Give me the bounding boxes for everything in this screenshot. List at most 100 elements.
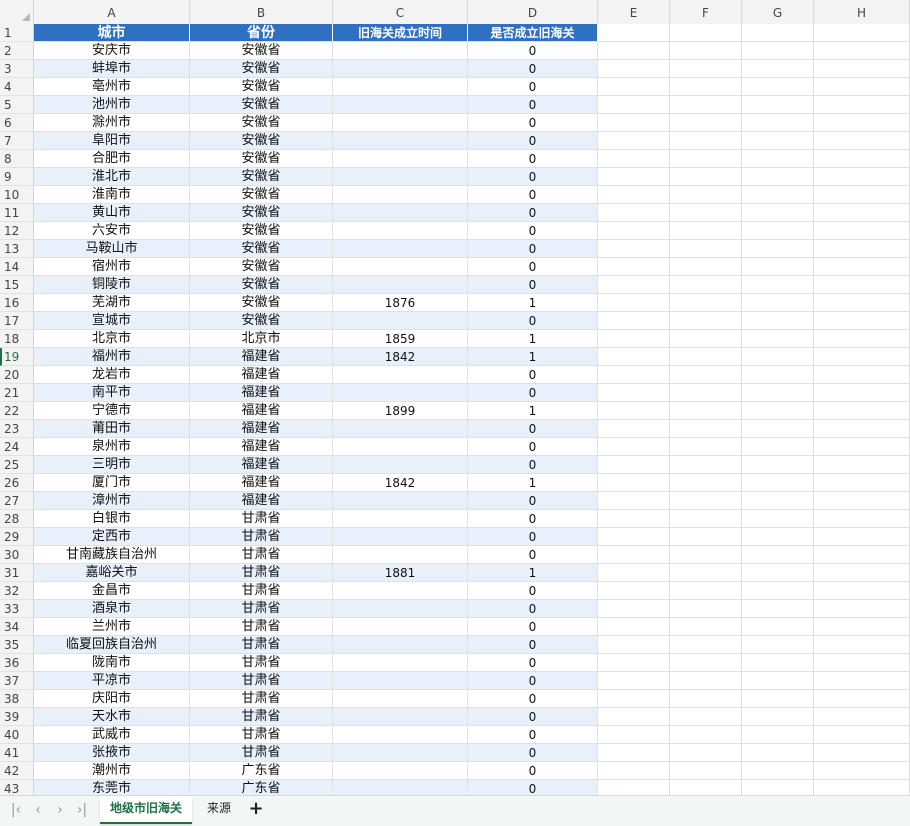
- customs-flag-cell[interactable]: 0: [468, 492, 598, 510]
- empty-cell[interactable]: [598, 492, 670, 510]
- province-cell[interactable]: 甘肃省: [190, 618, 333, 636]
- province-cell[interactable]: 福建省: [190, 366, 333, 384]
- customs-flag-cell[interactable]: 0: [468, 276, 598, 294]
- empty-cell[interactable]: [742, 456, 814, 474]
- empty-cell[interactable]: [814, 546, 910, 564]
- empty-cell[interactable]: [742, 492, 814, 510]
- row-number[interactable]: 2: [0, 42, 34, 60]
- empty-cell[interactable]: [670, 654, 742, 672]
- empty-cell[interactable]: [814, 510, 910, 528]
- empty-cell[interactable]: [814, 366, 910, 384]
- customs-flag-cell[interactable]: 0: [468, 78, 598, 96]
- empty-cell[interactable]: [598, 474, 670, 492]
- province-cell[interactable]: 甘肃省: [190, 744, 333, 762]
- city-cell[interactable]: 嘉峪关市: [34, 564, 190, 582]
- customs-year-cell[interactable]: [333, 312, 468, 330]
- province-cell[interactable]: 甘肃省: [190, 636, 333, 654]
- customs-year-cell[interactable]: [333, 636, 468, 654]
- customs-flag-cell[interactable]: 0: [468, 96, 598, 114]
- province-cell[interactable]: 北京市: [190, 330, 333, 348]
- empty-cell[interactable]: [598, 726, 670, 744]
- row-number[interactable]: 38: [0, 690, 34, 708]
- empty-cell[interactable]: [598, 438, 670, 456]
- empty-cell[interactable]: [814, 618, 910, 636]
- customs-flag-cell[interactable]: 0: [468, 528, 598, 546]
- empty-cell[interactable]: [670, 744, 742, 762]
- province-cell[interactable]: 甘肃省: [190, 564, 333, 582]
- empty-cell[interactable]: [742, 258, 814, 276]
- customs-flag-cell[interactable]: 0: [468, 132, 598, 150]
- empty-cell[interactable]: [670, 600, 742, 618]
- customs-flag-cell[interactable]: 0: [468, 708, 598, 726]
- province-cell[interactable]: 福建省: [190, 420, 333, 438]
- customs-flag-cell[interactable]: 1: [468, 474, 598, 492]
- spreadsheet-grid[interactable]: ABCDEFGH 1 城市 省份 旧海关成立时间 是否成立旧海关 2 安庆市 安徽省 0 3 蚌埠市…: [0, 0, 910, 795]
- empty-cell[interactable]: [598, 204, 670, 222]
- empty-cell[interactable]: [742, 60, 814, 78]
- customs-year-cell[interactable]: [333, 690, 468, 708]
- city-cell[interactable]: 厦门市: [34, 474, 190, 492]
- row-number[interactable]: 25: [0, 456, 34, 474]
- customs-flag-cell[interactable]: 0: [468, 384, 598, 402]
- column-header-d[interactable]: D: [468, 0, 598, 24]
- city-cell[interactable]: 阜阳市: [34, 132, 190, 150]
- empty-cell[interactable]: [598, 168, 670, 186]
- row-number[interactable]: 17: [0, 312, 34, 330]
- empty-cell[interactable]: [814, 438, 910, 456]
- row-number[interactable]: 31: [0, 564, 34, 582]
- customs-year-cell[interactable]: [333, 744, 468, 762]
- row-number[interactable]: 29: [0, 528, 34, 546]
- customs-flag-cell[interactable]: 1: [468, 564, 598, 582]
- row-number[interactable]: 8: [0, 150, 34, 168]
- empty-cell[interactable]: [814, 42, 910, 60]
- customs-flag-cell[interactable]: 1: [468, 402, 598, 420]
- city-cell[interactable]: 甘南藏族自治州: [34, 546, 190, 564]
- header-cell-b[interactable]: 省份: [190, 24, 333, 42]
- empty-cell[interactable]: [598, 276, 670, 294]
- empty-cell[interactable]: [742, 402, 814, 420]
- empty-cell[interactable]: [670, 546, 742, 564]
- empty-cell[interactable]: [814, 690, 910, 708]
- customs-year-cell[interactable]: [333, 276, 468, 294]
- empty-cell[interactable]: [598, 654, 670, 672]
- customs-flag-cell[interactable]: 0: [468, 762, 598, 780]
- empty-cell[interactable]: [814, 528, 910, 546]
- customs-year-cell[interactable]: [333, 150, 468, 168]
- empty-cell[interactable]: [742, 222, 814, 240]
- customs-year-cell[interactable]: 1842: [333, 348, 468, 366]
- empty-cell[interactable]: [670, 132, 742, 150]
- empty-cell[interactable]: [670, 438, 742, 456]
- empty-cell[interactable]: [742, 762, 814, 780]
- empty-cell[interactable]: [814, 204, 910, 222]
- customs-flag-cell[interactable]: 0: [468, 366, 598, 384]
- empty-cell[interactable]: [814, 222, 910, 240]
- customs-flag-cell[interactable]: 0: [468, 636, 598, 654]
- empty-cell[interactable]: [814, 402, 910, 420]
- row-number[interactable]: 7: [0, 132, 34, 150]
- province-cell[interactable]: 福建省: [190, 402, 333, 420]
- province-cell[interactable]: 甘肃省: [190, 672, 333, 690]
- city-cell[interactable]: 龙岩市: [34, 366, 190, 384]
- empty-cell[interactable]: [814, 114, 910, 132]
- row-number[interactable]: 6: [0, 114, 34, 132]
- customs-year-cell[interactable]: [333, 528, 468, 546]
- empty-cell[interactable]: [670, 474, 742, 492]
- row-number[interactable]: 36: [0, 654, 34, 672]
- empty-cell[interactable]: [814, 636, 910, 654]
- row-number[interactable]: 5: [0, 96, 34, 114]
- empty-cell[interactable]: [814, 312, 910, 330]
- city-cell[interactable]: 临夏回族自治州: [34, 636, 190, 654]
- empty-cell[interactable]: [670, 366, 742, 384]
- province-cell[interactable]: 福建省: [190, 456, 333, 474]
- customs-flag-cell[interactable]: 0: [468, 204, 598, 222]
- empty-cell[interactable]: [742, 294, 814, 312]
- city-cell[interactable]: 东莞市: [34, 780, 190, 795]
- row-number[interactable]: 27: [0, 492, 34, 510]
- city-cell[interactable]: 漳州市: [34, 492, 190, 510]
- empty-cell[interactable]: [742, 690, 814, 708]
- empty-cell[interactable]: [814, 726, 910, 744]
- customs-year-cell[interactable]: [333, 438, 468, 456]
- customs-year-cell[interactable]: [333, 222, 468, 240]
- header-cell-c[interactable]: 旧海关成立时间: [333, 24, 468, 42]
- empty-cell[interactable]: [670, 204, 742, 222]
